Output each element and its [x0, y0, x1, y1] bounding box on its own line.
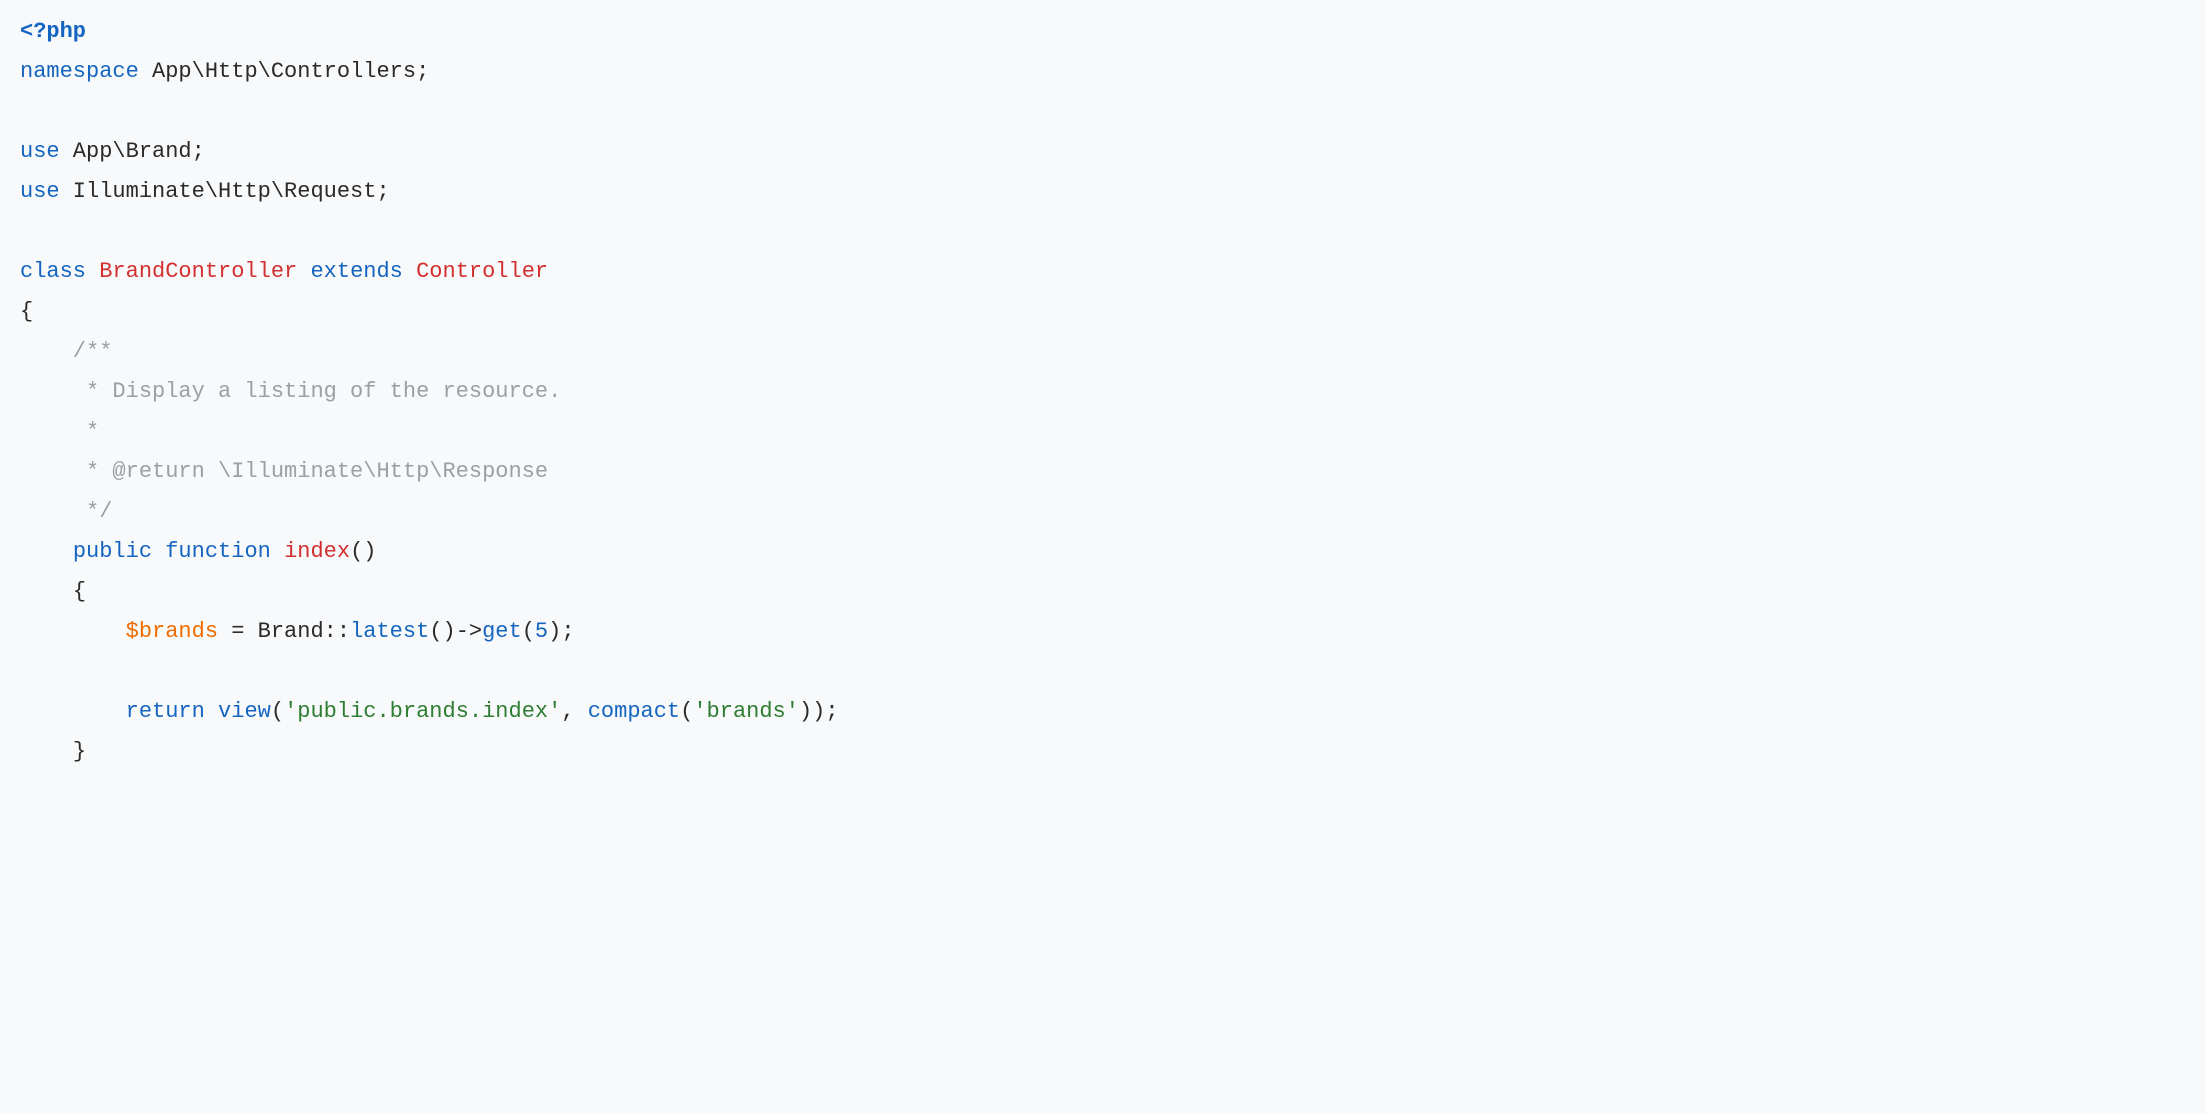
- code-token: <?php: [20, 19, 86, 44]
- code-block: <?php namespace App\Http\Controllers; use…: [0, 0, 2206, 832]
- code-token: ()->: [429, 619, 482, 644]
- code-token: }: [73, 739, 86, 764]
- code-token: return: [126, 699, 205, 724]
- code-token: App\Http\Controllers;: [139, 59, 429, 84]
- code-line: * @return \Illuminate\Http\Response: [20, 452, 2206, 492]
- code-token: App\Brand;: [60, 139, 205, 164]
- code-line: return view('public.brands.index', compa…: [20, 692, 2206, 732]
- code-token: BrandController: [99, 259, 297, 284]
- code-line: {: [20, 572, 2206, 612]
- code-token: [271, 539, 284, 564]
- code-token: {: [73, 579, 86, 604]
- code-token: [205, 699, 218, 724]
- code-token: [86, 259, 99, 284]
- code-line: }: [20, 732, 2206, 772]
- code-token: extends: [310, 259, 402, 284]
- code-token: (: [522, 619, 535, 644]
- code-line: */: [20, 492, 2206, 532]
- code-token: Illuminate\Http\Request;: [60, 179, 390, 204]
- code-token: );: [548, 619, 574, 644]
- code-line: <?php: [20, 12, 2206, 52]
- code-token: 'brands': [693, 699, 799, 724]
- code-token: * Display a listing of the resource.: [20, 379, 561, 404]
- code-token: [20, 539, 73, 564]
- code-token: ,: [561, 699, 587, 724]
- code-token: [297, 259, 310, 284]
- code-token: Controller: [416, 259, 548, 284]
- code-token: latest: [350, 619, 429, 644]
- code-token: (): [350, 539, 376, 564]
- code-token: 'public.brands.index': [284, 699, 561, 724]
- code-line: [20, 212, 2206, 252]
- code-token: *: [20, 419, 99, 444]
- code-line: namespace App\Http\Controllers;: [20, 52, 2206, 92]
- code-token: use: [20, 139, 60, 164]
- code-token: {: [20, 299, 33, 324]
- code-line: use Illuminate\Http\Request;: [20, 172, 2206, 212]
- code-token: (: [680, 699, 693, 724]
- code-token: [20, 739, 73, 764]
- code-token: * @return \Illuminate\Http\Response: [20, 459, 548, 484]
- code-token: function: [165, 539, 271, 564]
- code-token: get: [482, 619, 522, 644]
- code-line: /**: [20, 332, 2206, 372]
- code-token: index: [284, 539, 350, 564]
- code-token: [20, 579, 73, 604]
- code-line: class BrandController extends Controller: [20, 252, 2206, 292]
- code-token: ));: [799, 699, 839, 724]
- code-token: public: [73, 539, 152, 564]
- code-token: [20, 619, 126, 644]
- code-token: /**: [20, 339, 112, 364]
- code-token: 5: [535, 619, 548, 644]
- code-line: *: [20, 412, 2206, 452]
- code-token: namespace: [20, 59, 139, 84]
- code-token: compact: [588, 699, 680, 724]
- code-token: = Brand::: [218, 619, 350, 644]
- code-line: $brands = Brand::latest()->get(5);: [20, 612, 2206, 652]
- code-line: use App\Brand;: [20, 132, 2206, 172]
- code-token: [403, 259, 416, 284]
- code-token: */: [20, 499, 112, 524]
- code-token: (: [271, 699, 284, 724]
- code-token: class: [20, 259, 86, 284]
- code-token: $brands: [126, 619, 218, 644]
- code-line: public function index(): [20, 532, 2206, 572]
- code-line: {: [20, 292, 2206, 332]
- code-token: [20, 699, 126, 724]
- code-token: view: [218, 699, 271, 724]
- code-token: use: [20, 179, 60, 204]
- code-line: [20, 652, 2206, 692]
- code-token: [152, 539, 165, 564]
- code-line: [20, 92, 2206, 132]
- code-line: * Display a listing of the resource.: [20, 372, 2206, 412]
